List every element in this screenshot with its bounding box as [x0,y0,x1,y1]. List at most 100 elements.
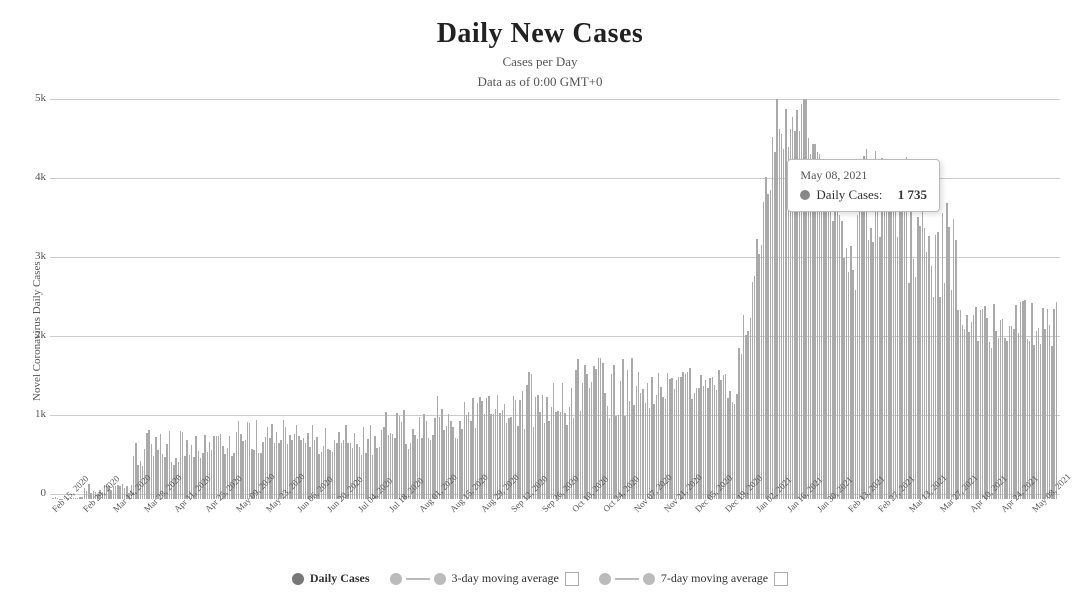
x-label-wrapper: Jun 06, 2020 [295,503,326,563]
bar [531,374,532,499]
bar [828,189,829,499]
bar [1018,333,1019,499]
bar [852,270,853,499]
bar [426,421,427,499]
bar [399,416,400,499]
bar [758,254,759,499]
bar [910,210,911,499]
bar [770,190,771,499]
x-label-wrapper: Dec 19, 2020 [723,503,754,563]
bar [1009,326,1010,499]
bar [703,386,704,499]
legend-item-7day: 7-day moving average [599,571,788,586]
bar [649,408,650,499]
bar [213,436,214,499]
x-label-wrapper: Sep 26, 2020 [540,503,571,563]
bar [819,154,820,499]
bar [495,409,496,499]
x-label-wrapper: Apr 11, 2020 [172,503,203,563]
bar [390,433,391,499]
bar [741,354,742,499]
bar [799,131,800,499]
x-labels-container: Feb 15, 2020Feb 29, 2020Mar 14, 2020Mar … [50,499,1060,563]
bar [872,242,873,499]
bar [216,436,217,499]
x-label-wrapper: Oct 10, 2020 [570,503,601,563]
bar [790,129,791,499]
bar [1036,331,1037,499]
bar [267,427,268,499]
bar [955,240,956,499]
bar [830,185,831,499]
bar [1002,319,1003,499]
bar [796,110,797,499]
bar [837,203,838,499]
bar [1049,325,1050,499]
bar [1022,301,1023,499]
bar [886,210,887,499]
bar [680,377,681,499]
bar [236,432,237,499]
bar [736,394,737,499]
bar [848,272,849,499]
bar [305,443,306,499]
bar [403,410,404,499]
bar [761,245,762,499]
bar [437,396,438,499]
bar [817,152,818,499]
bar [497,395,498,499]
bar [877,194,878,499]
legend-7day-dot2 [643,573,655,585]
bar [77,498,78,499]
bar [863,156,864,499]
bar [821,192,822,499]
bar [155,437,156,499]
bar [1011,326,1012,499]
bar [812,144,813,499]
x-label-wrapper: Feb 15, 2020 [50,503,81,563]
bar [582,383,583,499]
bar [884,164,885,499]
x-label-wrapper: Apr 10, 2021 [968,503,999,563]
bar [524,429,525,500]
bar [926,252,927,499]
legend-3day-dot [390,573,402,585]
chart-subtitle: Cases per Day Data as of 0:00 GMT+0 [477,52,602,91]
bar [712,377,713,499]
bar [274,443,275,499]
bar [613,365,614,499]
bar [928,236,929,499]
bar [917,217,918,499]
x-label-wrapper: Feb 13, 2021 [846,503,877,563]
bar [879,237,880,499]
bar [153,456,154,499]
bar [743,315,744,499]
bar [904,181,905,499]
bar [618,415,619,499]
bar [615,416,616,499]
legend-3day-line [406,578,430,580]
legend-daily-cases-label: Daily Cases [310,571,370,586]
chart-area: Novel Coronavirus Daily Cases 5k4k3k2k1k… [20,99,1060,563]
chart-inner: 5k4k3k2k1k0 May 08, 2021 Daily Cases: 1 … [50,99,1060,563]
x-label-wrapper: Jan 30, 2021 [815,503,846,563]
bar [271,424,272,499]
bar [832,221,833,499]
bar [332,452,333,500]
bar [801,104,802,499]
bar [622,359,623,499]
bar [875,151,876,499]
bar [953,219,954,499]
bar [370,425,371,499]
bar [548,421,549,499]
bar [814,144,815,499]
bar [1047,309,1048,499]
bar [922,200,923,499]
bar [834,197,835,499]
bar [1020,302,1021,499]
bar [394,438,395,499]
bar [1006,341,1007,499]
bar [586,374,587,499]
bar [745,335,746,499]
bar [964,329,965,499]
